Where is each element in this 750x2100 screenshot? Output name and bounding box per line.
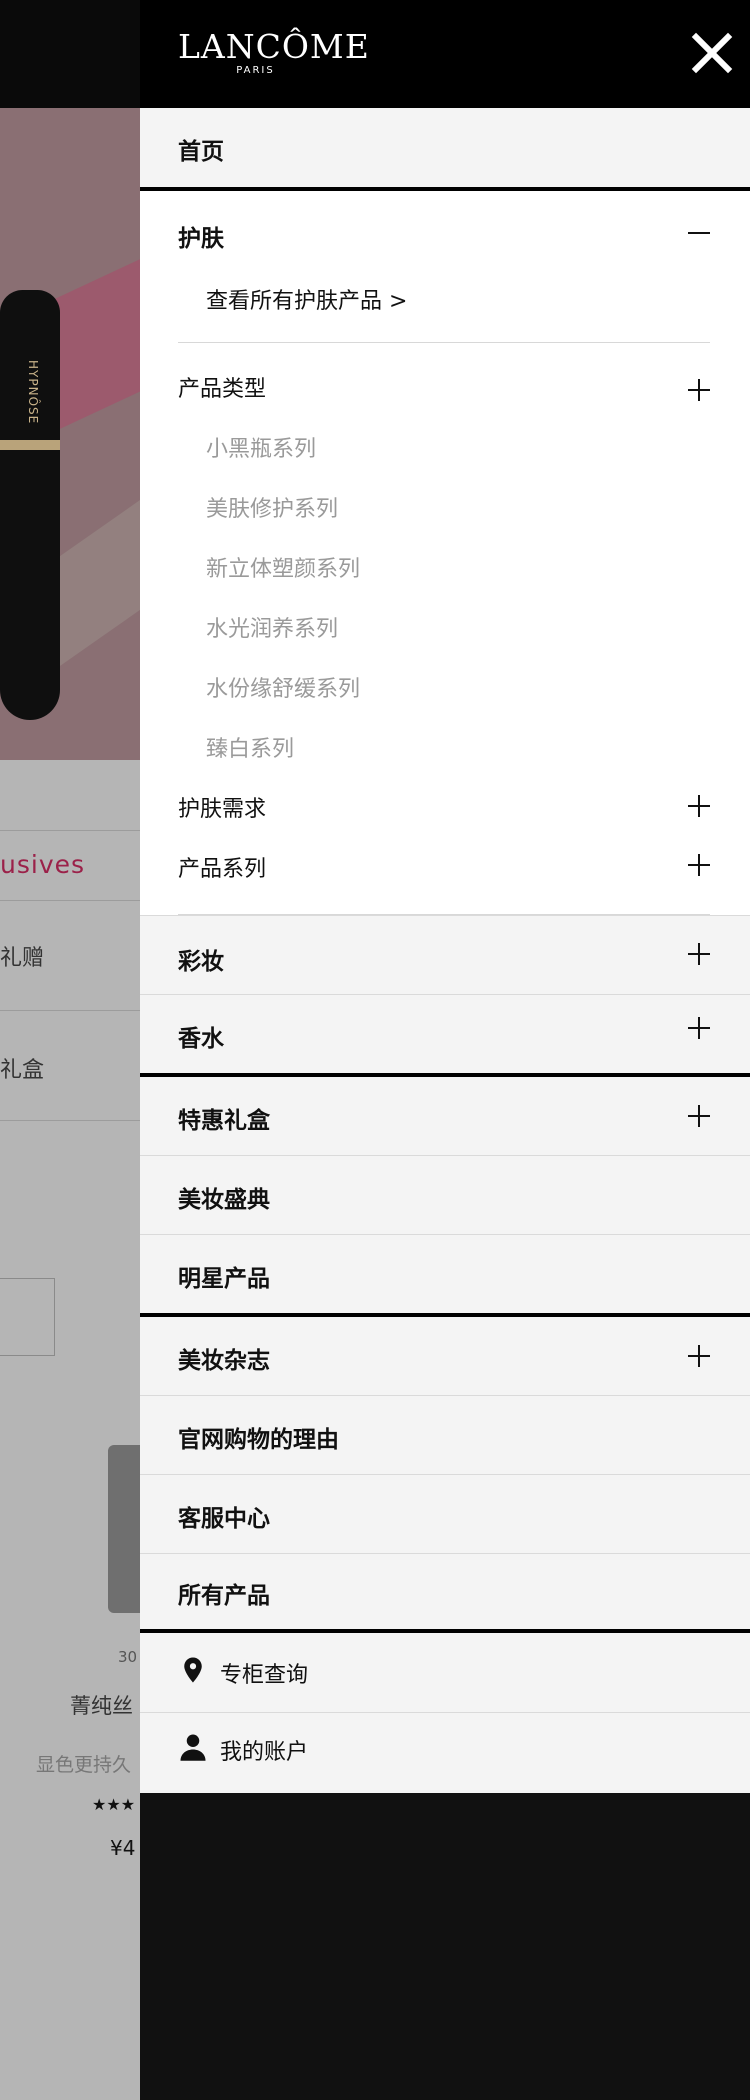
menu-item-star-products[interactable]: 明星产品 xyxy=(140,1234,750,1313)
logo-city: PARIS xyxy=(236,65,275,76)
product-name: 菁纯丝 xyxy=(70,1694,133,1718)
menu-item-customer-service[interactable]: 客服中心 xyxy=(140,1474,750,1553)
expand-icon[interactable] xyxy=(688,379,710,401)
product-type-item[interactable]: 臻白系列 xyxy=(206,731,294,763)
product-size: 30 xyxy=(118,1648,138,1666)
product-bottle-image xyxy=(108,1445,140,1613)
drawer-header: LANCÔME PARIS xyxy=(140,0,750,108)
product-type-item[interactable]: 新立体塑颜系列 xyxy=(206,551,360,583)
gift-link-2: 礼盒 xyxy=(0,1058,45,1083)
product-type-item[interactable]: 水光润养系列 xyxy=(206,611,338,643)
gift-link-1: 礼赠 xyxy=(0,946,45,971)
submenu-skin-needs[interactable]: 护肤需求 xyxy=(140,791,750,837)
expand-icon[interactable] xyxy=(688,1345,710,1367)
expand-icon[interactable] xyxy=(688,1017,710,1039)
view-all-skincare-link[interactable]: 查看所有护肤产品 > xyxy=(206,283,407,315)
background-header xyxy=(0,0,140,108)
mascara-image: HYPNÔSE xyxy=(0,290,60,720)
menu-item-makeup[interactable]: 彩妆 xyxy=(140,915,750,994)
close-menu-button[interactable] xyxy=(688,29,736,77)
skincare-panel: 护肤 查看所有护肤产品 > 产品类型 小黑瓶系列 美肤修护系列 新立体塑颜系列 … xyxy=(140,187,750,915)
product-type-item[interactable]: 水份缘舒缓系列 xyxy=(206,671,360,703)
exclusives-heading: usives xyxy=(0,850,86,879)
submenu-product-series[interactable]: 产品系列 xyxy=(140,851,750,897)
menu-item-beauty-magazine[interactable]: 美妆杂志 xyxy=(140,1313,750,1395)
my-account-link[interactable]: 我的账户 xyxy=(140,1714,750,1794)
location-pin-icon xyxy=(184,1657,202,1683)
product-description: 显色更持久 xyxy=(36,1754,132,1776)
background-button xyxy=(0,1278,55,1356)
expand-icon[interactable] xyxy=(688,943,710,965)
background-page: HYPNÔSE usives 礼赠 礼盒 30 菁纯丝 显色更持久 ★★★ ¥4 xyxy=(0,0,140,2100)
hero-banner: HYPNÔSE xyxy=(0,108,140,760)
menu-item-special-gift-boxes[interactable]: 特惠礼盒 xyxy=(140,1073,750,1155)
lancome-logo[interactable]: LANCÔME PARIS xyxy=(178,27,370,76)
product-rating: ★★★ xyxy=(92,1795,136,1814)
logo-wordmark: LANCÔME xyxy=(178,27,370,66)
expand-icon[interactable] xyxy=(688,854,710,876)
menu-item-home[interactable]: 首页 xyxy=(140,108,750,187)
menu-item-all-products[interactable]: 所有产品 xyxy=(140,1553,750,1629)
product-price: ¥4 xyxy=(110,1836,136,1860)
navigation-drawer: LANCÔME PARIS 首页 护肤 查看所有护肤产品 > 产品类型 小黑瓶系… xyxy=(140,0,750,2100)
expand-icon[interactable] xyxy=(688,795,710,817)
product-type-item[interactable]: 美肤修护系列 xyxy=(206,491,338,523)
collapse-icon[interactable] xyxy=(688,222,710,244)
menu-item-fragrance[interactable]: 香水 xyxy=(140,994,750,1073)
product-type-item[interactable]: 小黑瓶系列 xyxy=(206,431,316,463)
menu-item-beauty-festival[interactable]: 美妆盛典 xyxy=(140,1155,750,1234)
store-locator-link[interactable]: 专柜查询 xyxy=(140,1633,750,1713)
close-icon xyxy=(691,32,733,74)
menu-item-skincare[interactable]: 护肤 xyxy=(140,191,750,261)
utility-links: 专柜查询 我的账户 xyxy=(140,1629,750,1793)
user-icon xyxy=(180,1734,206,1761)
menu-item-why-shop-official[interactable]: 官网购物的理由 xyxy=(140,1395,750,1474)
mascara-label: HYPNÔSE xyxy=(26,360,40,425)
expand-icon[interactable] xyxy=(688,1105,710,1127)
submenu-product-type[interactable]: 产品类型 xyxy=(140,371,750,421)
